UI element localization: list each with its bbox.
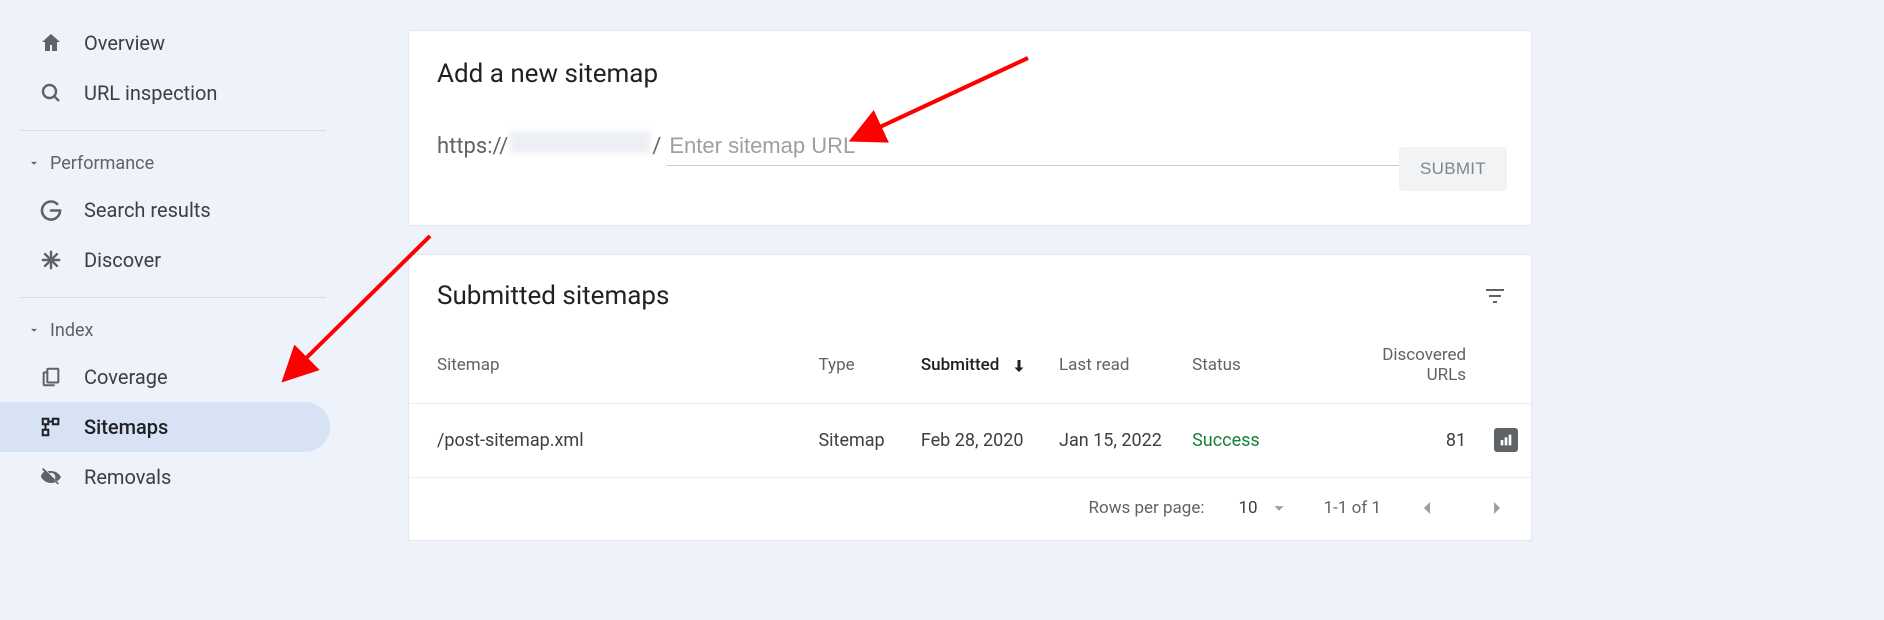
sidebar-item-sitemaps[interactable]: Sitemaps [0, 402, 330, 452]
filter-icon[interactable] [1483, 284, 1507, 308]
col-header-type[interactable]: Type [818, 331, 920, 404]
caret-down-icon [26, 322, 42, 338]
sidebar-item-search-results[interactable]: Search results [0, 185, 408, 235]
sidebar-item-url-inspection[interactable]: URL inspection [0, 68, 408, 118]
prev-page-button[interactable] [1415, 496, 1439, 520]
add-sitemap-title: Add a new sitemap [437, 59, 1503, 89]
table-footer: Rows per page: 10 1-1 of 1 [409, 478, 1531, 540]
home-icon [38, 30, 64, 56]
section-header-index[interactable]: Index [0, 308, 408, 352]
google-g-icon [38, 197, 64, 223]
redacted-domain [510, 131, 650, 153]
sidebar-item-label: URL inspection [84, 81, 217, 105]
sidebar-item-label: Coverage [84, 365, 168, 389]
divider [20, 130, 326, 131]
sidebar-item-removals[interactable]: Removals [0, 452, 408, 502]
col-header-status[interactable]: Status [1192, 331, 1366, 404]
submitted-sitemaps-card: Submitted sitemaps Sitemap Type Submitte… [408, 254, 1532, 541]
submitted-sitemaps-title: Submitted sitemaps [437, 281, 669, 311]
sidebar-item-coverage[interactable]: Coverage [0, 352, 408, 402]
cell-status: Success [1192, 404, 1366, 478]
sidebar-item-label: Overview [84, 31, 165, 55]
next-page-button[interactable] [1485, 496, 1509, 520]
col-header-submitted[interactable]: Submitted [921, 331, 1059, 404]
caret-down-icon [26, 155, 42, 171]
col-header-discovered[interactable]: Discovered URLs [1366, 331, 1494, 404]
rows-per-page-select[interactable]: 10 [1238, 497, 1289, 519]
divider [20, 297, 326, 298]
col-header-sitemap[interactable]: Sitemap [409, 331, 818, 404]
cell-type: Sitemap [818, 404, 920, 478]
section-title: Index [50, 320, 93, 341]
sidebar-item-discover[interactable]: Discover [0, 235, 408, 285]
asterisk-icon [38, 247, 64, 273]
section-title: Performance [50, 153, 154, 174]
sitemap-url-input[interactable] [667, 129, 1411, 166]
sort-descending-icon [1010, 357, 1028, 375]
sidebar-item-label: Sitemaps [84, 415, 168, 439]
sitemaps-table: Sitemap Type Submitted Last read Status … [409, 331, 1531, 478]
sitemap-url-prefix: https:// / [437, 131, 661, 159]
visibility-off-icon [38, 464, 64, 490]
col-header-last-read[interactable]: Last read [1059, 331, 1192, 404]
submit-button[interactable]: SUBMIT [1399, 147, 1507, 191]
cell-last-read: Jan 15, 2022 [1059, 404, 1192, 478]
sidebar-item-label: Discover [84, 248, 161, 272]
search-icon [38, 80, 64, 106]
sidebar-item-label: Search results [84, 198, 211, 222]
sitemap-icon [38, 414, 64, 440]
add-sitemap-card: Add a new sitemap https:// / SUBMIT [408, 30, 1532, 226]
section-header-performance[interactable]: Performance [0, 141, 408, 185]
chevron-down-icon [1268, 497, 1290, 519]
sitemap-url-row: https:// / [437, 129, 1503, 166]
sidebar-item-label: Removals [84, 465, 171, 489]
pages-icon [38, 364, 64, 390]
cell-discovered: 81 [1366, 404, 1494, 478]
sidebar: Overview URL inspection Performance Sear… [0, 0, 408, 620]
sidebar-item-overview[interactable]: Overview [0, 18, 408, 68]
cell-submitted: Feb 28, 2020 [921, 404, 1059, 478]
cell-sitemap: /post-sitemap.xml [409, 404, 818, 478]
main-content: Add a new sitemap https:// / SUBMIT Subm… [408, 0, 1884, 620]
rows-per-page-label: Rows per page: [1089, 498, 1205, 518]
range-text: 1-1 of 1 [1324, 498, 1381, 518]
table-row[interactable]: /post-sitemap.xml Sitemap Feb 28, 2020 J… [409, 404, 1531, 478]
row-chart-button[interactable] [1494, 428, 1518, 452]
